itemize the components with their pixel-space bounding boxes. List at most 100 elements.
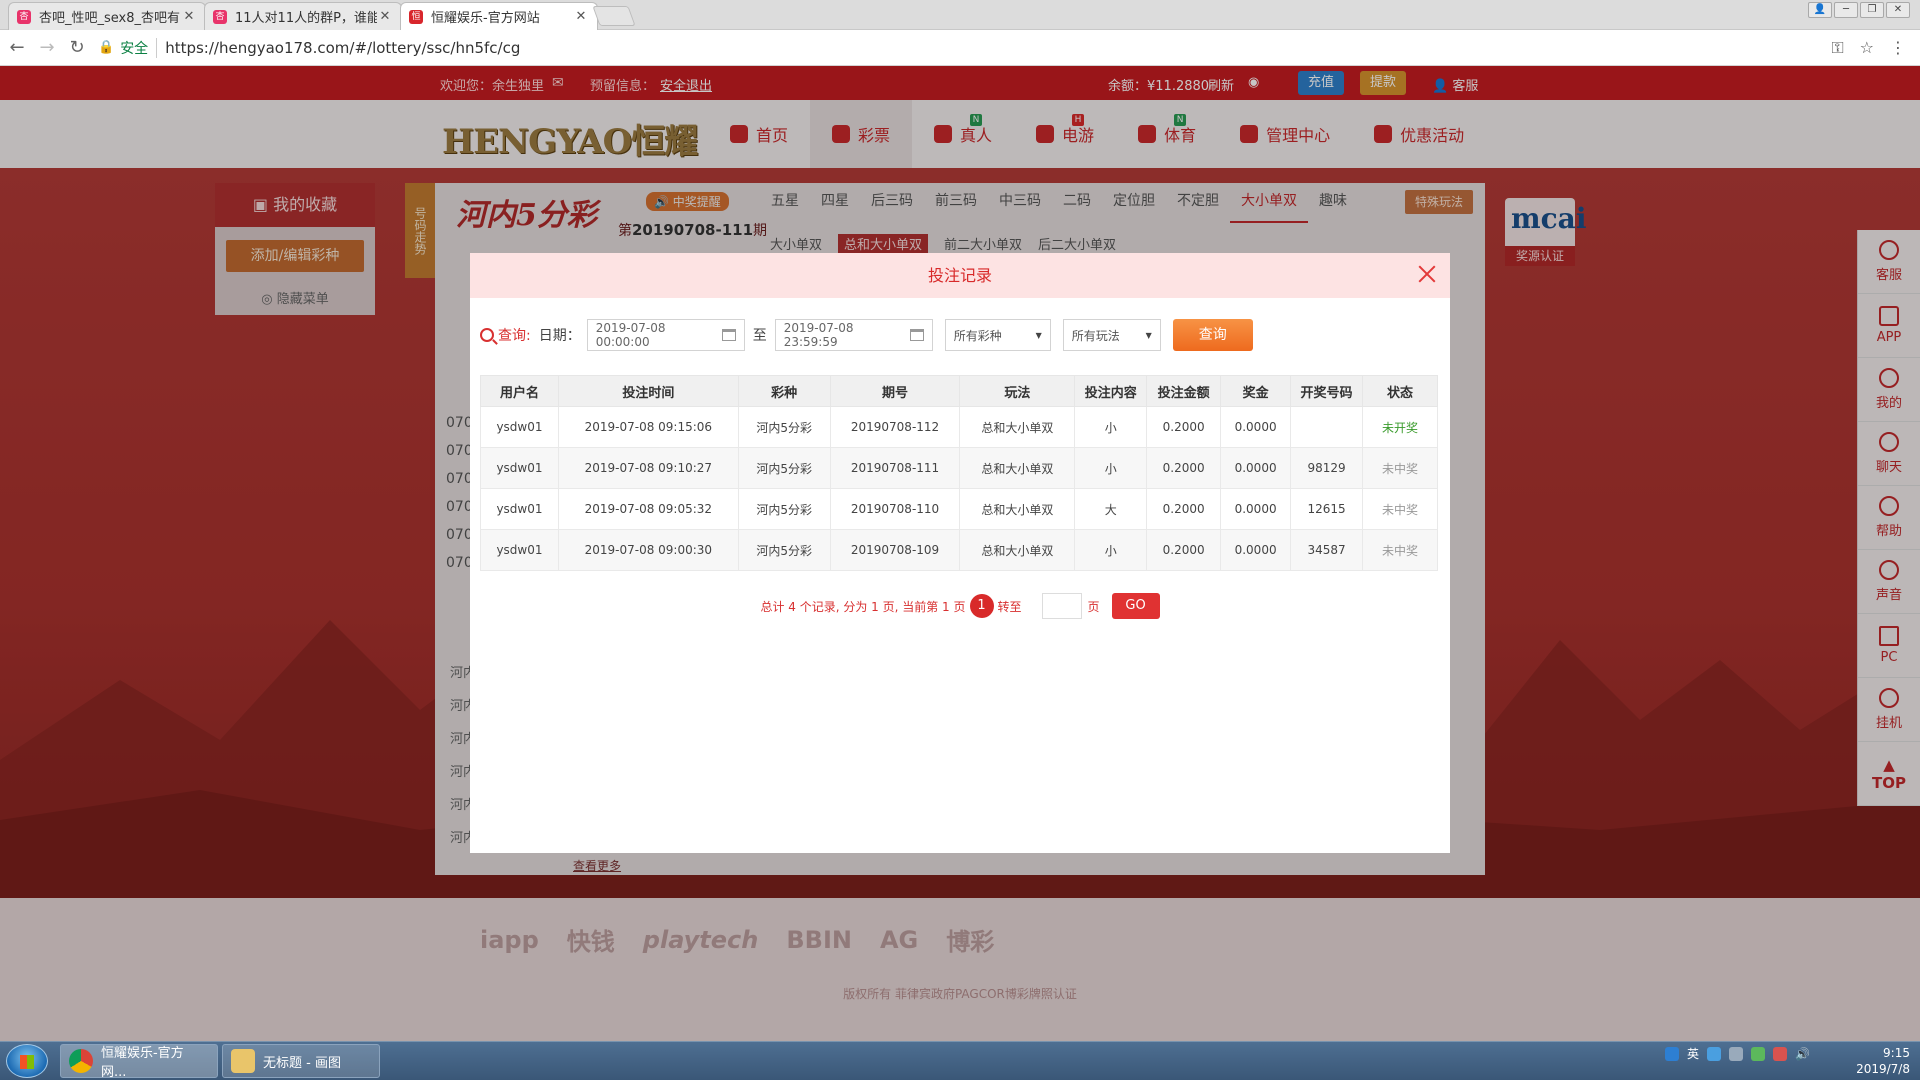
back-icon[interactable]: ← bbox=[4, 37, 30, 58]
browser-tab[interactable]: 杏 11人对11人的群P，谁能 ✕ bbox=[204, 2, 402, 30]
menu-icon[interactable]: ⋮ bbox=[1890, 38, 1906, 58]
tray-app-icon[interactable] bbox=[1707, 1046, 1722, 1061]
volume-icon[interactable]: 🔊 bbox=[1795, 1047, 1810, 1061]
date-from-value: 2019-07-08 00:00:00 bbox=[595, 321, 666, 349]
favicon-icon: 杏 bbox=[17, 9, 31, 24]
start-button[interactable] bbox=[6, 1044, 48, 1078]
chrome-icon bbox=[69, 1049, 93, 1073]
task-label: 无标题 - 画图 bbox=[263, 1055, 341, 1071]
page-input[interactable] bbox=[1041, 593, 1082, 619]
paint-icon bbox=[231, 1049, 255, 1073]
browser-tab-active[interactable]: 恒 恒耀娱乐-官方网站 ✕ bbox=[400, 2, 598, 30]
close-window-button[interactable]: ✕ bbox=[1886, 2, 1910, 18]
go-button[interactable]: GO bbox=[1111, 593, 1160, 619]
taskbar-item-chrome[interactable]: 恒耀娱乐-官方网... bbox=[60, 1044, 218, 1080]
cell-content: 小 bbox=[1074, 529, 1148, 571]
tab-title: 11人对11人的群P，谁能 bbox=[235, 11, 377, 26]
cell-lottery: 河内5分彩 bbox=[737, 529, 831, 571]
col-header: 投注时间 bbox=[557, 375, 739, 407]
col-header: 开奖号码 bbox=[1290, 375, 1364, 407]
page-number-current[interactable]: 1 bbox=[969, 594, 994, 618]
user-icon[interactable]: 👤 bbox=[1808, 2, 1832, 18]
cell-period: 20190708-110 bbox=[829, 488, 961, 530]
browser-tab[interactable]: 杏 杏吧_性吧_sex8_杏吧有 ✕ bbox=[8, 2, 206, 30]
clock-date: 2019/7/8 bbox=[1856, 1062, 1910, 1076]
date-to-input[interactable]: 2019-07-08 23:59:59 bbox=[774, 319, 933, 351]
cell-period: 20190708-112 bbox=[829, 406, 961, 448]
table-row[interactable]: ysdw01 2019-07-08 09:10:27 河内5分彩 2019070… bbox=[480, 447, 1438, 489]
query-bar: 查询: 日期： 2019-07-08 00:00:00 至 2019-07-08… bbox=[480, 319, 1253, 351]
close-icon[interactable] bbox=[1414, 261, 1440, 287]
cell-lottery: 河内5分彩 bbox=[737, 406, 831, 448]
browser-tab-bar: 杏 杏吧_性吧_sex8_杏吧有 ✕ 杏 11人对11人的群P，谁能 ✕ 恒 恒… bbox=[0, 0, 1920, 30]
calendar-icon[interactable] bbox=[909, 329, 924, 341]
table-row[interactable]: ysdw01 2019-07-08 09:00:30 河内5分彩 2019070… bbox=[480, 529, 1438, 571]
cell-period: 20190708-109 bbox=[829, 529, 961, 571]
cell-play: 总和大小单双 bbox=[959, 406, 1076, 448]
bet-records-table: 用户名 投注时间 彩种 期号 玩法 投注内容 投注金额 奖金 开奖号码 状态 y… bbox=[480, 375, 1438, 571]
cell-username: ysdw01 bbox=[480, 529, 559, 571]
task-label: 恒耀娱乐-官方网... bbox=[100, 1046, 184, 1080]
close-icon[interactable]: ✕ bbox=[573, 9, 589, 24]
url-text[interactable]: https://hengyao178.com/#/lottery/ssc/hn5… bbox=[165, 39, 520, 57]
cell-prize: 0.0000 bbox=[1220, 406, 1292, 448]
cell-play: 总和大小单双 bbox=[959, 529, 1076, 571]
cell-amount: 0.2000 bbox=[1146, 529, 1222, 571]
address-bar: ← → ↻ 🔒 安全 https://hengyao178.com/#/lott… bbox=[0, 30, 1920, 66]
date-label: 日期： bbox=[538, 328, 581, 344]
clock[interactable]: 9:15 2019/7/8 bbox=[1820, 1045, 1910, 1077]
cell-draw-number: 98129 bbox=[1290, 447, 1364, 489]
query-label: 查询: bbox=[498, 328, 531, 344]
col-header: 玩法 bbox=[959, 375, 1076, 407]
cell-status: 未中奖 bbox=[1362, 447, 1438, 489]
cell-username: ysdw01 bbox=[480, 488, 559, 530]
favicon-icon: 恒 bbox=[409, 9, 423, 24]
cell-bet-time: 2019-07-08 09:10:27 bbox=[557, 447, 739, 489]
cell-amount: 0.2000 bbox=[1146, 447, 1222, 489]
lock-icon: 🔒 bbox=[98, 40, 115, 55]
date-from-input[interactable]: 2019-07-08 00:00:00 bbox=[586, 319, 745, 351]
table-row[interactable]: ysdw01 2019-07-08 09:15:06 河内5分彩 2019070… bbox=[480, 406, 1438, 448]
close-icon[interactable]: ✕ bbox=[377, 9, 393, 24]
modal-title: 投注记录 bbox=[927, 266, 992, 285]
cell-play: 总和大小单双 bbox=[959, 488, 1076, 530]
cell-draw-number: 34587 bbox=[1290, 529, 1364, 571]
key-icon[interactable]: ⚿ bbox=[1831, 38, 1843, 58]
lottery-select-value: 所有彩种 bbox=[953, 328, 1002, 343]
goto-label: 转至 bbox=[997, 599, 1022, 614]
ime-icon[interactable] bbox=[1665, 1046, 1680, 1061]
omnibox[interactable]: 🔒 安全 https://hengyao178.com/#/lottery/ss… bbox=[98, 34, 1831, 62]
star-icon[interactable]: ☆ bbox=[1860, 38, 1874, 58]
cell-status: 未中奖 bbox=[1362, 488, 1438, 530]
table-row[interactable]: ysdw01 2019-07-08 09:05:32 河内5分彩 2019070… bbox=[480, 488, 1438, 530]
cell-bet-time: 2019-07-08 09:15:06 bbox=[557, 406, 739, 448]
calendar-icon[interactable] bbox=[721, 329, 736, 341]
security-icon[interactable] bbox=[1751, 1046, 1766, 1061]
new-tab-button[interactable] bbox=[592, 6, 636, 26]
play-select[interactable]: 所有玩法 ▼ bbox=[1062, 319, 1161, 351]
to-label: 至 bbox=[752, 328, 767, 344]
cell-amount: 0.2000 bbox=[1146, 406, 1222, 448]
col-header: 奖金 bbox=[1220, 375, 1292, 407]
network-icon[interactable] bbox=[1729, 1046, 1744, 1061]
col-header: 投注内容 bbox=[1074, 375, 1148, 407]
cell-prize: 0.0000 bbox=[1220, 529, 1292, 571]
query-button[interactable]: 查询 bbox=[1172, 319, 1253, 351]
tray-app-icon[interactable] bbox=[1773, 1046, 1788, 1061]
search-icon bbox=[480, 328, 494, 342]
restore-button[interactable]: ❐ bbox=[1860, 2, 1884, 18]
cell-content: 小 bbox=[1074, 406, 1148, 448]
cell-username: ysdw01 bbox=[480, 406, 559, 448]
forward-icon[interactable]: → bbox=[34, 37, 60, 58]
ime-label[interactable]: 英 bbox=[1687, 1045, 1699, 1062]
reload-icon[interactable]: ↻ bbox=[64, 37, 90, 58]
lottery-select[interactable]: 所有彩种 ▼ bbox=[944, 319, 1051, 351]
pager-summary: 总计 4 个记录, 分为 1 页, 当前第 1 页 bbox=[760, 599, 966, 614]
taskbar-item-paint[interactable]: 无标题 - 画图 bbox=[222, 1044, 380, 1078]
close-icon[interactable]: ✕ bbox=[181, 9, 197, 24]
cell-draw-number bbox=[1290, 406, 1364, 448]
cell-amount: 0.2000 bbox=[1146, 488, 1222, 530]
dropdown-arrow-icon: ▼ bbox=[1035, 330, 1042, 340]
minimize-button[interactable]: ─ bbox=[1834, 2, 1858, 18]
page-unit: 页 bbox=[1087, 599, 1100, 614]
